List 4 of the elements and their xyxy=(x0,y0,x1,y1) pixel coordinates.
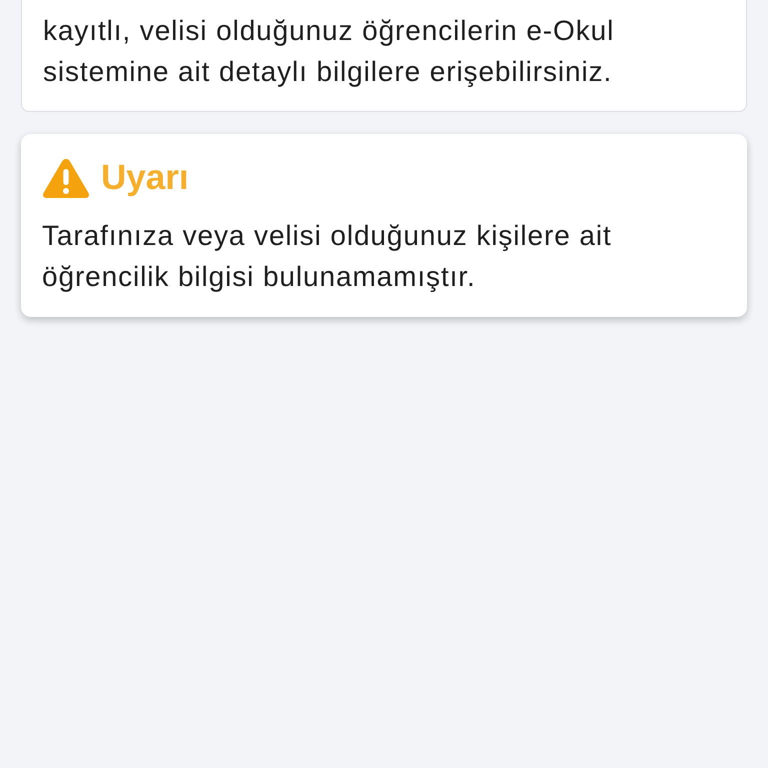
warning-title: Uyarı xyxy=(101,157,189,199)
info-text: kayıtlı, velisi olduğunuz öğrencilerin e-Okul sistemine ait detaylı bilgilere erişebilirsiniz. xyxy=(43,14,616,89)
warning-icon xyxy=(42,157,90,199)
warning-message: Tarafınıza veya velisi olduğunuz kişilere ait öğrencilik bilgisi bulunamamıştır. xyxy=(42,219,613,294)
